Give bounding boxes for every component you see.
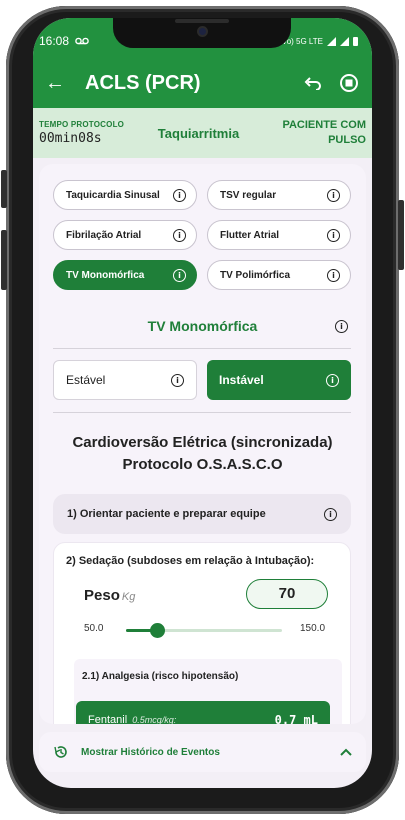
rhythm-chip-tv-monomorfica[interactable]: TV Monomórfica i	[53, 260, 197, 290]
drug-volume: 0.7 mL	[274, 713, 318, 724]
app-screen: 16:08 Vo) 5G LTE ← ACLS (PCR) TEMPO PROT…	[33, 18, 372, 788]
rhythm-chip-label: Flutter Atrial	[220, 229, 280, 241]
undo-icon[interactable]	[302, 72, 324, 94]
drug-label: Fentanil 0.5mcg/kg:	[88, 714, 176, 724]
step-sedacao: 2) Sedação (subdoses em relação à Intuba…	[53, 542, 351, 724]
info-icon[interactable]: i	[335, 320, 348, 333]
protocol-timer: TEMPO PROTOCOLO 00min08s	[39, 120, 131, 146]
rhythm-chip-label: Fibrilação Atrial	[66, 229, 142, 241]
step-label: 1) Orientar paciente e preparar equipe	[67, 508, 266, 520]
event-history-toggle[interactable]: Mostrar Histórico de Eventos	[39, 732, 366, 772]
drug-name: Fentanil	[88, 714, 128, 724]
signal-icon	[327, 36, 336, 46]
unstable-option[interactable]: Instável i	[207, 360, 351, 400]
front-camera	[197, 26, 208, 37]
info-icon[interactable]: i	[173, 188, 186, 202]
camera-notch	[113, 18, 291, 48]
stop-circle-icon[interactable]	[338, 72, 360, 94]
rhythm-chip-flutter-atrial[interactable]: Flutter Atrial i	[207, 220, 351, 250]
procedure-title-line1: Cardioversão Elétrica (sincronizada)	[72, 434, 333, 451]
info-icon[interactable]: i	[171, 373, 184, 387]
procedure-title: Cardioversão Elétrica (sincronizada) Pro…	[39, 432, 366, 476]
rhythm-chip-tv-polimorfica[interactable]: TV Polimórfica i	[207, 260, 351, 290]
step-label: 2) Sedação (subdoses em relação à Intuba…	[66, 555, 315, 567]
rhythm-chip-label: Taquicardia Sinusal	[66, 189, 160, 201]
protocol-timer-value: 00min08s	[39, 131, 102, 146]
unstable-option-label: Instável	[219, 373, 264, 387]
weight-label: Peso Kg	[84, 587, 135, 604]
weight-input[interactable]: 70	[246, 579, 328, 609]
signal-icon	[340, 36, 349, 46]
divider	[53, 348, 351, 349]
protocol-timer-label: TEMPO PROTOCOLO	[39, 120, 125, 129]
weight-slider[interactable]	[126, 623, 282, 638]
divider	[53, 412, 351, 413]
phone-power-button	[398, 200, 404, 270]
stable-option-label: Estável	[66, 373, 106, 387]
rhythm-chip-label: TV Polimórfica	[220, 269, 291, 281]
weight-slider-thumb[interactable]	[150, 623, 166, 638]
history-icon	[54, 746, 67, 758]
step-orientar-paciente[interactable]: 1) Orientar paciente e preparar equipe i	[53, 494, 351, 534]
battery-icon	[353, 36, 358, 46]
info-icon[interactable]: i	[327, 188, 340, 202]
info-icon[interactable]: i	[327, 268, 340, 282]
info-icon[interactable]: i	[173, 268, 186, 282]
weight-slider-min: 50.0	[84, 623, 104, 634]
protocol-content[interactable]: Taquicardia Sinusal i TSV regular i Fibr…	[39, 164, 366, 724]
pulse-status-line1: PACIENTE COM	[282, 119, 366, 131]
phone-side-button	[1, 170, 7, 208]
info-icon[interactable]: i	[326, 373, 339, 387]
procedure-title-line2: Protocolo O.S.A.S.C.O	[122, 456, 283, 473]
info-icon[interactable]: i	[173, 228, 186, 242]
info-icon[interactable]: i	[327, 228, 340, 242]
rhythm-chip-label: TSV regular	[220, 189, 277, 201]
event-history-label: Mostrar Histórico de Eventos	[81, 746, 220, 758]
stable-option[interactable]: Estável i	[53, 360, 197, 400]
analgesia-section: 2.1) Analgesia (risco hipotensão) Fentan…	[74, 659, 342, 724]
page-title: ACLS (PCR)	[85, 71, 201, 94]
pulse-status: PACIENTE COM PULSO	[266, 118, 366, 148]
rhythm-chip-label: TV Monomórfica	[66, 269, 145, 281]
rhythm-chip-tsv-regular[interactable]: TSV regular i	[207, 180, 351, 210]
arrow-left-icon[interactable]: ←	[45, 72, 73, 95]
status-time: 16:08	[39, 34, 70, 48]
weight-label-text: Peso	[84, 587, 120, 604]
phone-side-button	[1, 230, 7, 290]
selected-rhythm-heading: TV Monomórfica	[147, 318, 258, 334]
weight-unit: Kg	[121, 591, 136, 603]
weight-slider-max: 150.0	[300, 623, 326, 634]
info-icon[interactable]: i	[324, 507, 337, 521]
earpiece-speaker	[175, 19, 229, 23]
protocol-banner: TEMPO PROTOCOLO 00min08s Taquiarritmia P…	[33, 108, 372, 158]
rhythm-chip-fibrilacao-atrial[interactable]: Fibrilação Atrial i	[53, 220, 197, 250]
drug-dose: 0.5mcg/kg:	[132, 715, 177, 724]
pulse-status-line2: PULSO	[328, 134, 366, 146]
protocol-rhythm: Taquiarritmia	[157, 125, 240, 141]
rhythm-chip-taquicardia-sinusal[interactable]: Taquicardia Sinusal i	[53, 180, 197, 210]
voicemail-icon	[75, 37, 89, 45]
app-bar: ← ACLS (PCR)	[33, 58, 372, 108]
fentanil-dose-card[interactable]: Fentanil 0.5mcg/kg: 0.7 mL	[76, 701, 330, 724]
analgesia-title: 2.1) Analgesia (risco hipotensão)	[82, 671, 239, 682]
chevron-up-icon[interactable]	[340, 748, 352, 756]
